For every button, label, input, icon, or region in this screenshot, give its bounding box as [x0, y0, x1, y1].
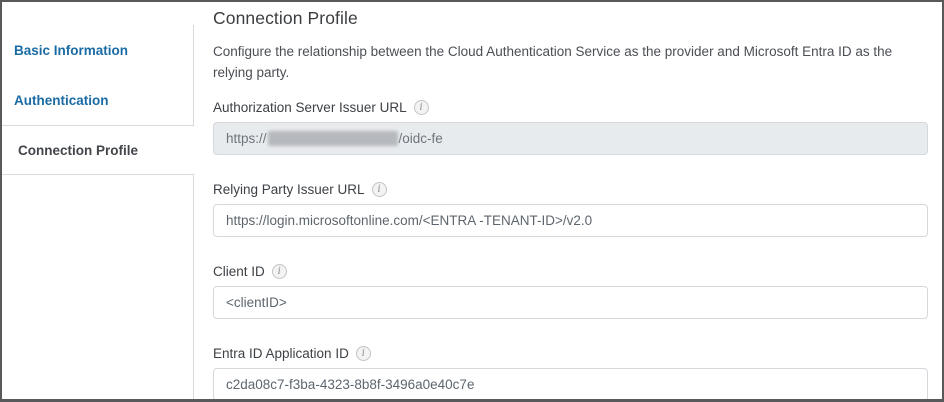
field-relying-party-issuer-url: Relying Party Issuer URL i: [213, 182, 928, 237]
label-row: Entra ID Application ID i: [213, 346, 928, 361]
field-entra-id-application-id: Entra ID Application ID i: [213, 346, 928, 399]
url-suffix: /oidc-fe: [398, 131, 443, 146]
main-content: Connection Profile Configure the relatio…: [194, 2, 942, 399]
sidebar: Basic Information Authentication Connect…: [2, 2, 194, 399]
field-client-id: Client ID i: [213, 264, 928, 319]
sidebar-item-connection-profile[interactable]: Connection Profile: [2, 125, 194, 175]
info-icon[interactable]: i: [271, 264, 287, 279]
info-icon[interactable]: i: [355, 346, 371, 361]
authorization-server-issuer-url-label: Authorization Server Issuer URL: [213, 100, 407, 115]
connection-profile-page: Basic Information Authentication Connect…: [0, 0, 944, 402]
sidebar-item-authentication[interactable]: Authentication: [2, 75, 194, 125]
field-authorization-server-issuer-url: Authorization Server Issuer URL i https:…: [213, 100, 928, 155]
authorization-server-issuer-url-input: https:// /oidc-fe: [213, 122, 928, 155]
info-icon[interactable]: i: [371, 182, 387, 197]
info-icon[interactable]: i: [413, 100, 429, 115]
entra-id-application-id-input[interactable]: [213, 368, 928, 399]
redaction-blur: [267, 131, 398, 146]
label-row: Relying Party Issuer URL i: [213, 182, 928, 197]
client-id-input[interactable]: [213, 286, 928, 319]
client-id-label: Client ID: [213, 264, 265, 279]
page-description: Configure the relationship between the C…: [213, 44, 893, 80]
sidebar-divider: [2, 175, 194, 399]
relying-party-issuer-url-input[interactable]: [213, 204, 928, 237]
entra-id-application-id-label: Entra ID Application ID: [213, 346, 349, 361]
page-title: Connection Profile: [213, 8, 358, 28]
label-row: Authorization Server Issuer URL i: [213, 100, 928, 115]
relying-party-issuer-url-label: Relying Party Issuer URL: [213, 182, 365, 197]
url-prefix: https://: [226, 131, 267, 146]
label-row: Client ID i: [213, 264, 928, 279]
sidebar-item-basic-information[interactable]: Basic Information: [2, 25, 194, 75]
